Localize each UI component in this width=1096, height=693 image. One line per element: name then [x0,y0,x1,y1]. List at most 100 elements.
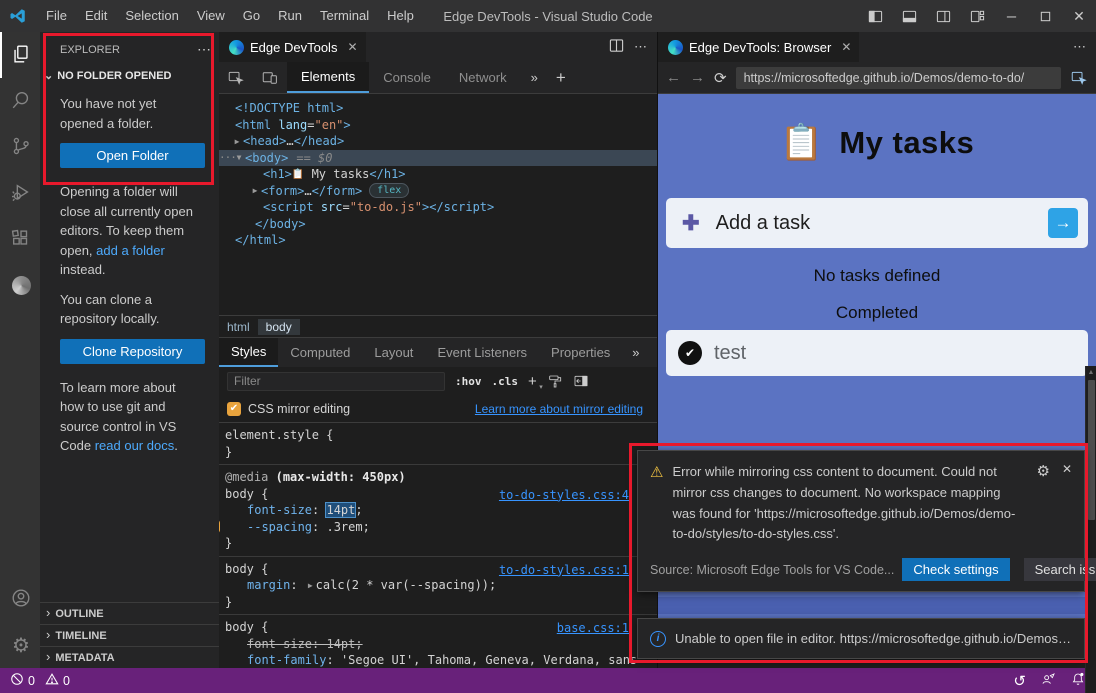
tab-edge-devtools-browser[interactable]: Edge DevTools: Browser ✕ [658,32,860,62]
scrollbar-thumb[interactable] [1088,380,1095,520]
selected-value[interactable]: 14pt [326,503,355,517]
overridden-property[interactable]: font-size: 14pt; [247,637,363,651]
stylesheet-link[interactable]: to-do-styles.css:1 [499,563,629,577]
tree-row-body-close[interactable]: </body> [219,216,657,233]
breadcrumb-body[interactable]: body [258,319,300,335]
toggle-hover-state[interactable]: :hov [455,375,482,388]
close-tab-icon[interactable]: ✕ [841,40,851,54]
toggle-secondary-sidebar-icon[interactable] [926,0,960,32]
menu-go[interactable]: Go [234,0,269,32]
tree-row-html-close[interactable]: </html> [219,232,657,249]
menu-view[interactable]: View [188,0,234,32]
feedback-icon[interactable] [1040,671,1056,690]
styles-scrollbar[interactable]: ▲ [1085,366,1096,693]
completed-task-row[interactable]: ✔ test [666,330,1088,376]
menu-file[interactable]: File [37,0,76,32]
add-folder-link[interactable]: add a folder [96,243,165,258]
clone-repository-button[interactable]: Clone Repository [60,339,205,364]
tree-row-body-selected[interactable]: ···▼<body>== $0 [219,150,657,167]
notification-close-icon[interactable]: ✕ [1062,462,1072,545]
inspect-icon[interactable] [1070,69,1088,87]
property-checkbox[interactable]: ✔ [219,520,220,533]
close-tab-icon[interactable]: ✕ [347,40,357,54]
section-outline[interactable]: ›OUTLINE [40,602,219,624]
menu-selection[interactable]: Selection [116,0,187,32]
activity-explorer[interactable] [0,32,40,78]
tree-row-h1[interactable]: <h1>📋 My tasks</h1> [219,166,657,183]
menu-edit[interactable]: Edit [76,0,116,32]
section-metadata[interactable]: ›METADATA [40,646,219,668]
tree-row-script[interactable]: <script src="to-do.js"></script> [219,199,657,216]
menu-run[interactable]: Run [269,0,311,32]
tree-row-html[interactable]: <html lang="en"> [219,117,657,134]
problems-warnings[interactable]: 0 [45,672,70,689]
activity-accounts[interactable] [0,576,40,622]
problems-errors[interactable]: 0 [10,672,35,689]
activity-edge-devtools[interactable] [0,262,40,308]
mirror-checkbox[interactable]: ✔ [227,402,241,416]
toggle-panel-icon[interactable] [892,0,926,32]
property-name[interactable]: font-size [247,503,312,517]
editor-more-icon[interactable]: ⋯ [634,39,647,55]
notification-settings-icon[interactable]: ⚙ [1036,462,1049,545]
submit-task-button[interactable]: → [1048,208,1078,238]
history-icon[interactable]: ↺ [1013,672,1026,690]
rule-body-margin[interactable]: body {to-do-styles.css:1 margin: ▶calc(2… [219,557,657,616]
tab-styles[interactable]: Styles [219,338,278,367]
read-docs-link[interactable]: read our docs [95,438,175,453]
tab-properties[interactable]: Properties [539,338,622,367]
expand-value-icon[interactable]: ▶ [308,581,313,590]
new-style-rule-icon[interactable]: +▾ [528,373,537,390]
property-name[interactable]: font-family [247,653,326,667]
close-button[interactable]: ✕ [1062,0,1096,32]
activity-run-debug[interactable] [0,170,40,216]
customize-layout-icon[interactable] [960,0,994,32]
task-check-icon[interactable]: ✔ [678,341,702,365]
expand-icon[interactable]: ▶ [249,186,261,195]
maximize-button[interactable] [1028,0,1062,32]
activity-extensions[interactable] [0,216,40,262]
forward-icon[interactable]: → [690,69,705,86]
editor-more-icon[interactable]: ⋯ [1073,39,1086,55]
url-input[interactable] [736,67,1061,89]
split-editor-icon[interactable] [609,38,624,56]
property-value[interactable]: calc(2 * var(--spacing)); [316,578,497,592]
menu-help[interactable]: Help [378,0,423,32]
stylesheet-link[interactable]: base.css:1 [557,621,629,635]
add-panel-icon[interactable]: + [548,62,574,93]
more-style-tabs-icon[interactable]: » [624,338,647,367]
explorer-more-icon[interactable]: ⋯ [197,41,211,58]
open-folder-button[interactable]: Open Folder [60,143,205,168]
expand-icon[interactable]: ▶ [231,137,243,146]
activity-settings[interactable]: ⚙ [0,622,40,668]
search-issues-button[interactable]: Search issues [1024,558,1096,581]
tab-network[interactable]: Network [445,62,521,93]
breadcrumb-html[interactable]: html [219,319,258,335]
back-icon[interactable]: ← [666,69,681,86]
scroll-up-icon[interactable]: ▲ [1088,369,1095,376]
activity-search[interactable] [0,78,40,124]
bell-icon[interactable] [1070,671,1086,690]
menu-terminal[interactable]: Terminal [311,0,378,32]
property-name[interactable]: --spacing [247,520,312,534]
collapse-icon[interactable]: ▼ [233,153,245,162]
styles-filter-input[interactable] [227,372,445,391]
paint-roller-icon[interactable] [547,373,563,389]
rule-media-body[interactable]: @media (max-width: 450px) body {to-do-st… [219,465,657,557]
section-timeline[interactable]: ›TIMELINE [40,624,219,646]
toggle-element-classes[interactable]: .cls [492,375,519,388]
property-value[interactable]: .3rem; [326,520,369,534]
stylesheet-link[interactable]: to-do-styles.css:4 [499,488,629,502]
rule-element-style[interactable]: element.style { } [219,423,657,465]
minimize-button[interactable] [994,0,1028,32]
inspect-icon[interactable] [219,62,253,93]
activity-source-control[interactable] [0,124,40,170]
tab-elements[interactable]: Elements [287,62,369,93]
section-no-folder-opened[interactable]: ⌄ NO FOLDER OPENED [40,67,219,88]
property-value[interactable]: 'Segoe UI', Tahoma, Geneva, Verdana, san… [341,653,644,667]
tab-console[interactable]: Console [369,62,445,93]
add-task-input[interactable]: Add a task [716,212,811,235]
property-name[interactable]: margin [247,578,290,592]
check-settings-button[interactable]: Check settings [902,558,1009,581]
rule-body-base[interactable]: body {base.css:1 font-size: 14pt; font-f… [219,615,657,668]
